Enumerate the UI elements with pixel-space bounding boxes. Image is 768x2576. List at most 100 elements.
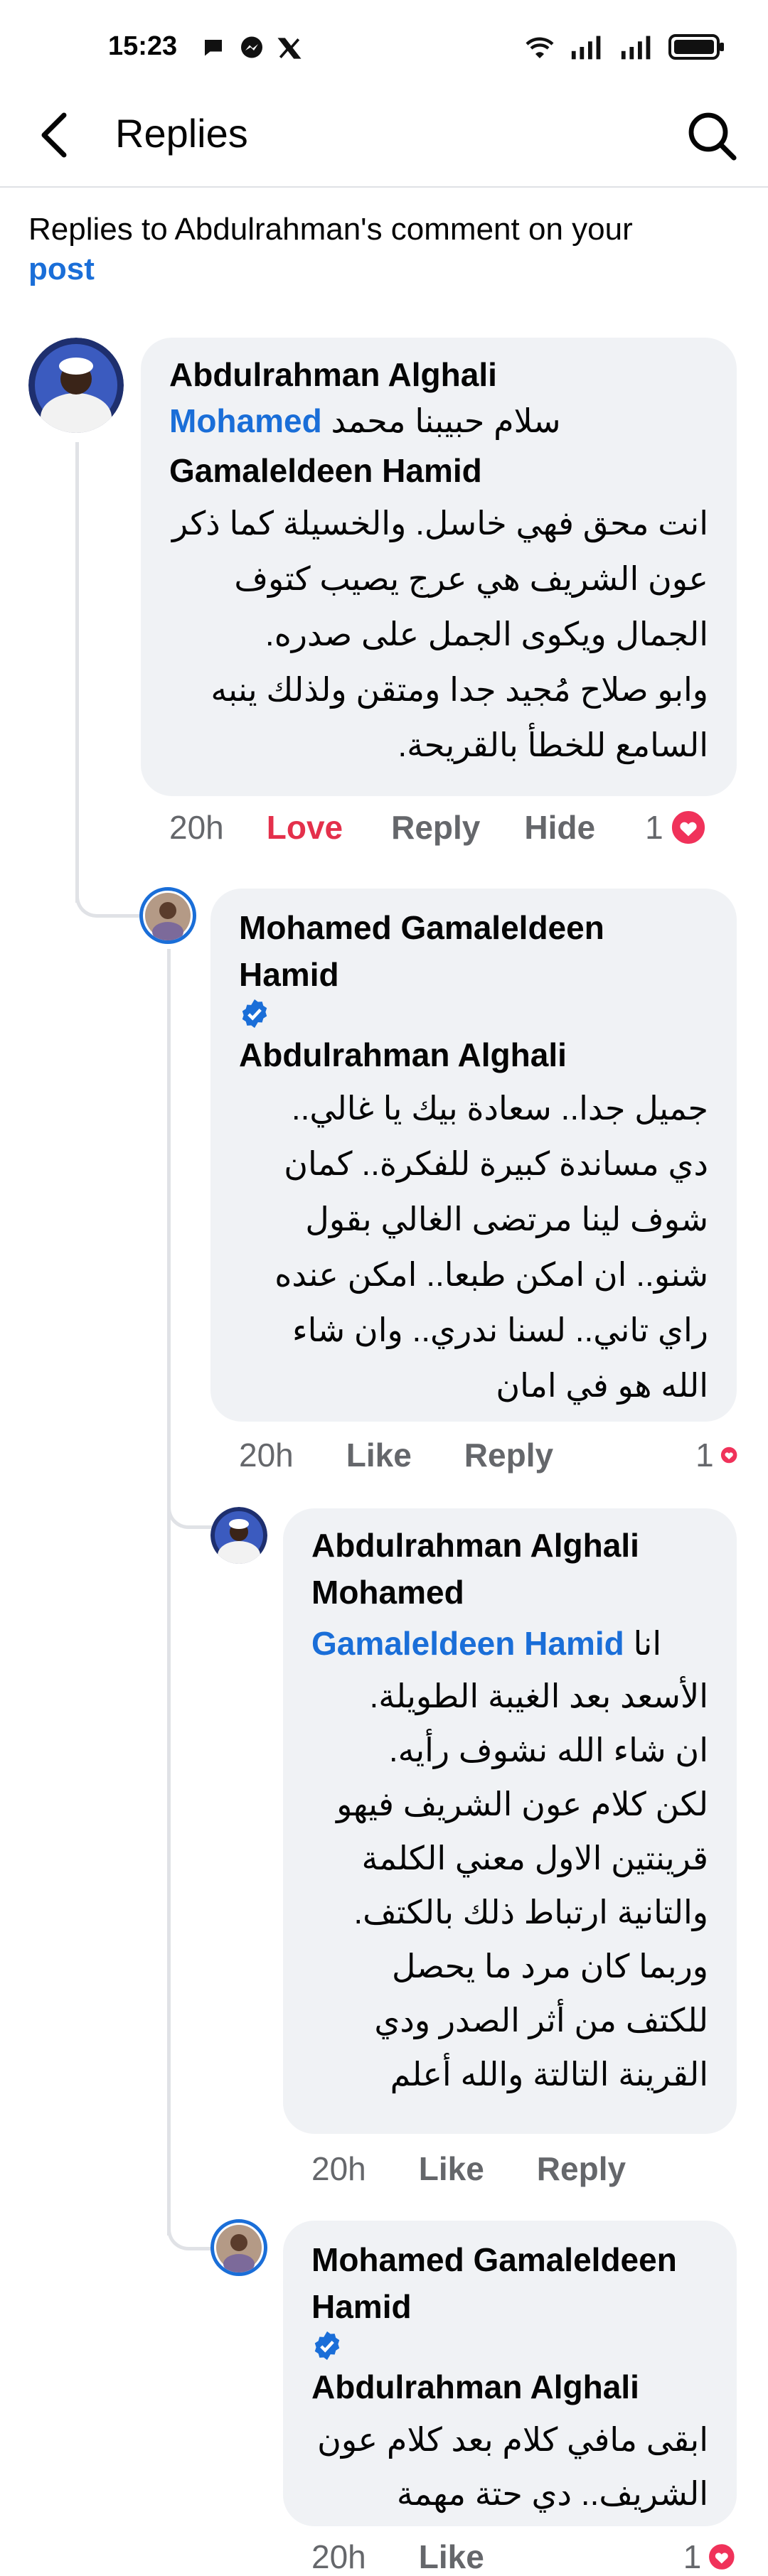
back-button[interactable] — [33, 107, 78, 163]
avatar[interactable] — [139, 887, 196, 944]
reply-author[interactable]: Mohamed Gamaleldeen Hamid — [311, 2236, 708, 2330]
mention-link[interactable]: Abdulrahman Alghali — [311, 2361, 708, 2413]
reply-line: الشريف.. دي حتة مهمة — [396, 2475, 708, 2512]
thread-connector — [167, 2200, 213, 2250]
reply-text: جميل جدا.. سعادة بيك يا غالي.. دي مساندة… — [239, 1080, 708, 1413]
thread-line — [75, 442, 79, 903]
comment-greeting: سلام حبيبنا محمد — [331, 402, 561, 439]
love-button[interactable]: Love — [267, 808, 343, 847]
search-icon — [688, 112, 737, 161]
reply-line: لكن كلام عون الشريف فيهو — [336, 1786, 708, 1823]
reply-author[interactable]: Abdulrahman Alghali — [311, 1524, 708, 1567]
verified-badge-icon — [314, 2331, 340, 2361]
reaction-count[interactable]: 1 — [645, 808, 663, 847]
messenger-icon — [241, 36, 262, 58]
heart-reaction-icon — [719, 1446, 738, 1464]
reply-button[interactable]: Reply — [464, 1436, 553, 1474]
thread-line — [167, 949, 171, 2236]
avatar-photo — [28, 338, 124, 433]
reply-text: الأسعد بعد الغيبة الطويلة. ان شاء الله ن… — [311, 1669, 708, 2101]
comment-author[interactable]: Abdulrahman Alghali — [169, 353, 708, 396]
status-time: 15:23 — [108, 31, 178, 61]
reply-bubble: Abdulrahman Alghali Mohamed Gamaleldeen … — [283, 1508, 737, 2134]
reply-bubble: Mohamed Gamaleldeen Hamid Abdulrahman Al… — [210, 889, 737, 1422]
reply-actions: 20h Like Reply 1 — [239, 1436, 738, 1474]
heart-reaction-icon — [707, 2542, 737, 2572]
reply-line: ان شاء الله نشوف رأيه. — [388, 1732, 708, 1769]
author-name-line: Hamid — [239, 956, 339, 993]
comment-line: وابو صلاح مُجيد جدا ومتقن ولذلك ينبه — [210, 671, 708, 708]
reply-line: للكتف من أثر الصدر ودي — [374, 2002, 708, 2039]
comment-line: السامع للخطأ بالقريحة. — [398, 726, 708, 763]
reply-button[interactable]: Reply — [391, 808, 480, 847]
reply-author[interactable]: Mohamed Gamaleldeen Hamid — [239, 904, 708, 998]
reply-line: راي تاني.. لسنا ندري.. وان شاء — [292, 1311, 708, 1348]
reply-text: ابقى مافي كلام بعد كلام عون الشريف.. دي … — [311, 2413, 708, 2521]
mention-link[interactable]: Gamaleldeen Hamid — [169, 446, 708, 495]
comment-line: عون الشريف هي عرج يصيب كتوف — [234, 560, 708, 597]
reply-time: 20h — [239, 1437, 294, 1474]
reply-bubble: Mohamed Gamaleldeen Hamid Abdulrahman Al… — [283, 2221, 737, 2526]
comment-line: انت محق فهي خاسل. والخسيلة كما ذكر — [171, 505, 708, 542]
battery-icon — [668, 34, 724, 60]
like-button[interactable]: Like — [419, 2150, 484, 2188]
reply-line: شنو.. ان امكن طبعا.. امكن عنده — [274, 1256, 708, 1293]
comment-actions: 20h Love Reply Hide 1 — [169, 808, 738, 847]
x-logo-icon — [277, 38, 302, 59]
like-button[interactable]: Like — [419, 2538, 484, 2576]
comment-time: 20h — [169, 809, 224, 846]
avatar[interactable] — [210, 1507, 267, 1564]
reply-line: شوف لينا مرتضى الغالي بقول — [305, 1201, 708, 1238]
context-text: Replies to Abdulrahman's comment on your — [28, 212, 633, 247]
replies-context: Replies to Abdulrahman's comment on your… — [28, 210, 711, 289]
reply-actions: 20h Like Reply — [311, 2150, 737, 2188]
comment-mention-row: Mohamed سلام حبيبنا محمد — [169, 396, 708, 446]
reaction-count[interactable]: 1 — [683, 2538, 702, 2576]
mention-link[interactable]: Mohamed — [311, 1567, 708, 1618]
thread-connector — [75, 881, 143, 918]
author-name-line: Hamid — [311, 2288, 412, 2325]
reply-line: جميل جدا.. سعادة بيك يا غالي.. — [291, 1090, 708, 1127]
avatar-photo — [210, 1507, 267, 1564]
reply-line: ابقى مافي كلام بعد كلام عون — [317, 2421, 708, 2458]
avatar[interactable] — [28, 338, 124, 433]
avatar-photo — [216, 2225, 262, 2272]
reply-line: دي مساندة كبيرة للفكرة.. كمان — [284, 1145, 708, 1182]
reply-button[interactable]: Reply — [537, 2150, 626, 2188]
mention-link[interactable]: Mohamed — [169, 402, 322, 439]
comment-line: الجمال ويكوى الجمل على صدره. — [265, 616, 708, 653]
reply-line: الأسعد بعد الغيبة الطويلة. — [369, 1678, 708, 1714]
chat-icon — [205, 40, 222, 56]
reply-inline-text: انا — [633, 1625, 662, 1662]
verified-badge-icon — [242, 999, 267, 1029]
status-app-icons — [201, 36, 302, 61]
signal-icon — [621, 36, 651, 60]
wifi-icon — [526, 37, 554, 58]
thread-connector — [167, 1478, 213, 1529]
reply-time: 20h — [311, 2538, 366, 2575]
author-name-line: Mohamed Gamaleldeen — [239, 909, 604, 946]
post-link[interactable]: post — [28, 252, 95, 286]
hide-button[interactable]: Hide — [524, 808, 595, 847]
avatar[interactable] — [210, 2219, 267, 2276]
signal-icon — [571, 36, 601, 60]
reply-time: 20h — [311, 2150, 366, 2187]
reply-line: والتانية ارتباط ذلك بالكتف. — [353, 1894, 708, 1931]
mention-link[interactable]: Abdulrahman Alghali — [239, 1029, 708, 1080]
reply-actions: 20h Like 1 — [311, 2538, 737, 2576]
search-button[interactable] — [683, 107, 740, 163]
reply-line: القرينة التالتة والله أعلم — [390, 2056, 708, 2093]
header-divider — [0, 186, 768, 188]
reply-line: قرينتين الاول معني الكلمة — [361, 1840, 708, 1877]
mention-row: Gamaleldeen Hamid انا — [311, 1618, 708, 1669]
author-name-line: Mohamed Gamaleldeen — [311, 2241, 677, 2278]
like-button[interactable]: Like — [346, 1436, 412, 1474]
reply-line: وربما كان مرد ما يحصل — [391, 1948, 708, 1985]
comment-bubble: Abdulrahman Alghali Mohamed سلام حبيبنا … — [141, 338, 737, 796]
reaction-count[interactable]: 1 — [695, 1436, 714, 1474]
comment-text: انت محق فهي خاسل. والخسيلة كما ذكر عون ا… — [169, 495, 708, 773]
reply-line: الله هو في امان — [496, 1367, 708, 1404]
mention-link[interactable]: Gamaleldeen Hamid — [311, 1625, 624, 1662]
page-title: Replies — [115, 111, 248, 156]
status-system-icons — [522, 33, 725, 61]
